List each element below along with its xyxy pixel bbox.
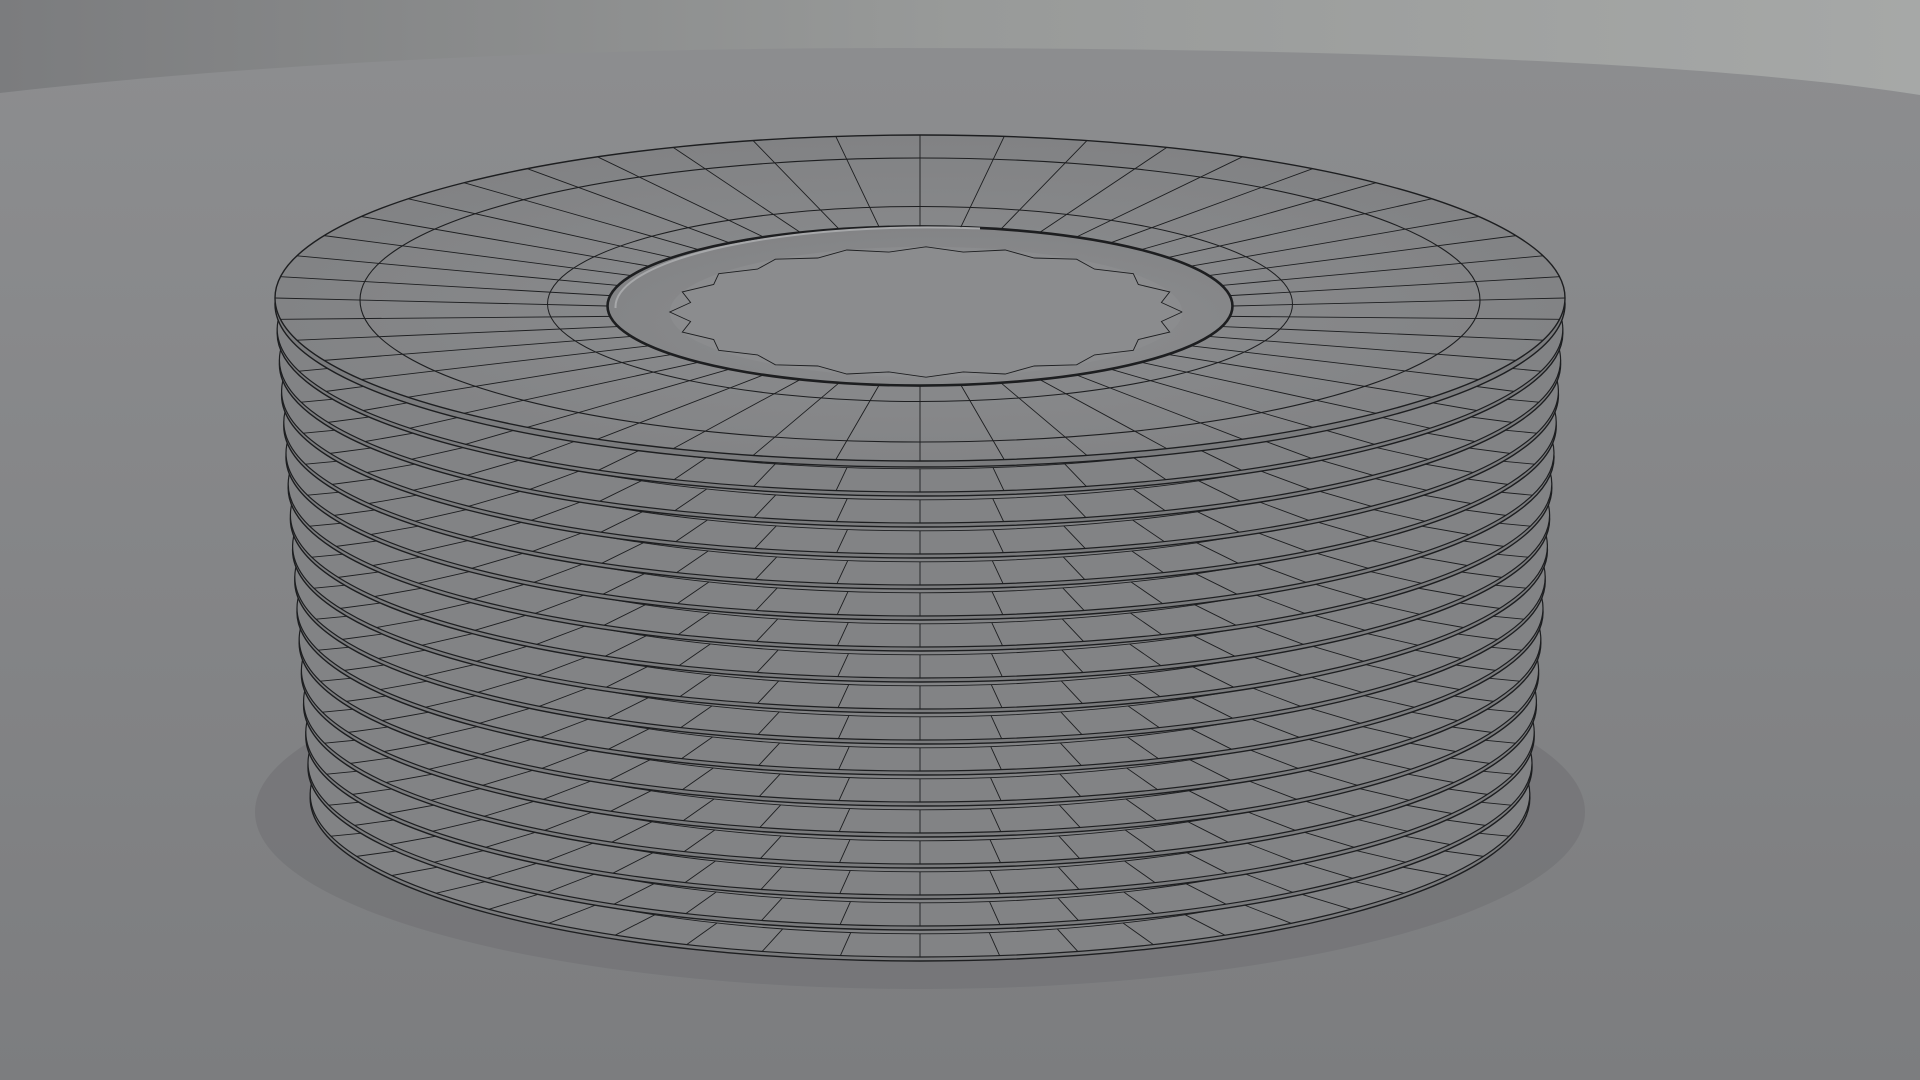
top-plate (274, 134, 1566, 468)
plate-stack (255, 134, 1585, 989)
viewport-render (0, 0, 1920, 1080)
